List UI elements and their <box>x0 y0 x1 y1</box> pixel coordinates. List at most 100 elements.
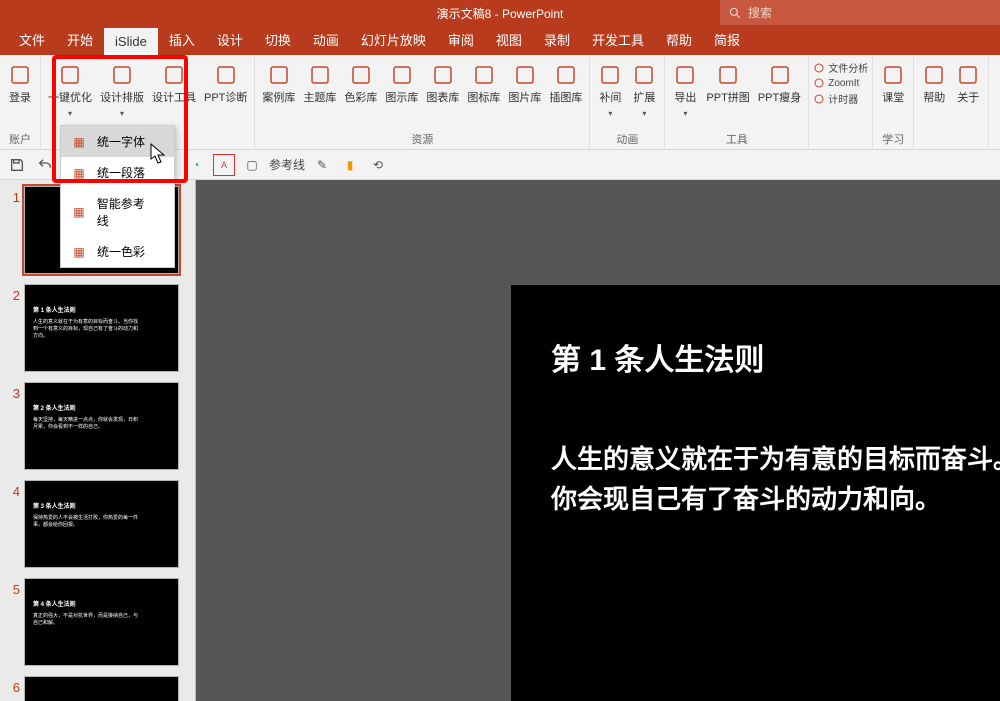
chart-icon <box>430 62 456 88</box>
menu-item-smart-guide[interactable]: ▦智能参考线 <box>61 188 174 236</box>
zoomit[interactable]: ZoomIt <box>813 77 868 89</box>
chevron-down-icon: ▾ <box>642 109 646 118</box>
help-button[interactable]: 帮助 <box>918 60 950 107</box>
ppt-diag-button[interactable]: PPT诊断 <box>201 60 250 107</box>
qa-icon-4[interactable]: A <box>213 154 235 176</box>
tab-录制[interactable]: 录制 <box>533 24 581 55</box>
fileana[interactable]: 文件分析 <box>813 60 868 75</box>
slide-thumbnail-4[interactable]: 第 3 条人生法则保持热爱的人不会被生活打败，你热爱的每一件事，都会给你回报。 <box>24 480 179 568</box>
image-icon <box>512 62 538 88</box>
tween-button[interactable]: 补间▾ <box>594 60 626 120</box>
illust-icon <box>553 62 579 88</box>
tab-视图[interactable]: 视图 <box>485 24 533 55</box>
image-button[interactable]: 图片库 <box>505 60 544 107</box>
tab-设计[interactable]: 设计 <box>206 24 254 55</box>
group-label: 工具 <box>669 129 804 147</box>
login-icon <box>7 62 33 88</box>
tab-开始[interactable]: 开始 <box>56 24 104 55</box>
slide-number: 5 <box>4 578 20 597</box>
slide-number: 6 <box>4 676 20 695</box>
design-tool-button[interactable]: 设计工具 <box>149 60 199 107</box>
ppt-merge-button[interactable]: PPT拼图 <box>703 60 752 107</box>
slide-thumbnail-3[interactable]: 第 2 条人生法则每天坚持，每天精进一点点，你就会发现，日积月累，你会看到不一样… <box>24 382 179 470</box>
slide-thumbnail-6[interactable] <box>24 676 179 701</box>
tab-简报[interactable]: 简报 <box>703 24 751 55</box>
menu-item-unify-color[interactable]: ▦统一色彩 <box>61 236 174 267</box>
diagram-button[interactable]: 图示库 <box>382 60 421 107</box>
thumb-row: 2第 1 条人生法则人生的意义就在于为有意的目标而奋斗。当你找到一个有意义的目标… <box>4 284 191 372</box>
search-icon <box>728 6 742 20</box>
slide-thumbnail-5[interactable]: 第 4 条人生法则真正的强大，不是对抗世界，而是接纳自己，与自己和解。 <box>24 578 179 666</box>
slide-number: 1 <box>4 186 20 205</box>
slide-thumbnail-2[interactable]: 第 1 条人生法则人生的意义就在于为有意的目标而奋斗。当你找到一个有意义的目标，… <box>24 284 179 372</box>
current-slide[interactable]: 第 1 条人生法则 人生的意义就在于为有意的目标而奋斗。当你找到一个有意义的目标… <box>511 285 1000 701</box>
ribbon-group-账户: 登录账户 <box>0 55 41 149</box>
mouse-cursor <box>150 143 168 165</box>
ppt-merge-icon <box>715 62 741 88</box>
extanim-icon <box>631 62 657 88</box>
tab-文件[interactable]: 文件 <box>8 24 56 55</box>
layout-button[interactable]: 设计排版▾ <box>97 60 147 120</box>
ribbon-group-misc: 文件分析 ZoomIt 计时器 <box>809 55 873 149</box>
ribbon-tabs: 文件开始iSlide插入设计切换动画幻灯片放映审阅视图录制开发工具帮助简报 <box>0 25 1000 55</box>
thumb-row: 3第 2 条人生法则每天坚持，每天精进一点点，你就会发现，日积月累，你会看到不一… <box>4 382 191 470</box>
icon-icon <box>471 62 497 88</box>
tab-审阅[interactable]: 审阅 <box>437 24 485 55</box>
tab-iSlide[interactable]: iSlide <box>104 28 158 55</box>
tab-开发工具[interactable]: 开发工具 <box>581 24 655 55</box>
class-button[interactable]: 课堂 <box>877 60 909 107</box>
export-button[interactable]: 导出▾ <box>669 60 701 120</box>
class-icon <box>880 62 906 88</box>
group-label: 动画 <box>594 129 660 147</box>
icon-button[interactable]: 图标库 <box>464 60 503 107</box>
about-button[interactable]: 关于 <box>952 60 984 107</box>
qa-icon-5[interactable]: ▢ <box>241 154 263 176</box>
ppt-slim-icon <box>767 62 793 88</box>
ribbon-group-资源: 案例库主题库色彩库图示库图表库图标库图片库插图库资源 <box>255 55 590 149</box>
extanim-button[interactable]: 扩展▾ <box>628 60 660 120</box>
tab-帮助[interactable]: 帮助 <box>655 24 703 55</box>
ppt-slim-button[interactable]: PPT瘦身 <box>755 60 804 107</box>
tween-icon <box>597 62 623 88</box>
ribbon-group-动画: 补间▾扩展▾ 动画 <box>590 55 665 149</box>
theme-button[interactable]: 主题库 <box>300 60 339 107</box>
qa-shape-icon[interactable]: ◔ <box>185 154 207 176</box>
group-label: 账户 <box>4 129 36 147</box>
theme-icon <box>307 62 333 88</box>
slide-number: 3 <box>4 382 20 401</box>
smart-guide-icon: ▦ <box>71 204 87 220</box>
search-box[interactable]: 搜索 <box>720 0 1000 25</box>
diagram-icon <box>389 62 415 88</box>
slide-body: 人生的意义就在于为有意的目标而奋斗。当你找到一个有意义的目标，你会现自己有了奋斗… <box>551 439 1000 520</box>
onekey-button[interactable]: 一键优化▾ <box>45 60 95 120</box>
illust-button[interactable]: 插图库 <box>546 60 585 107</box>
unify-para-icon: ▦ <box>71 165 87 181</box>
color-button[interactable]: 色彩库 <box>341 60 380 107</box>
help-icon <box>921 62 947 88</box>
login-button[interactable]: 登录 <box>4 60 36 107</box>
unify-color-icon: ▦ <box>71 244 87 260</box>
qa-link-icon[interactable]: ⟲ <box>367 154 389 176</box>
layout-icon <box>109 62 135 88</box>
tab-幻灯片放映[interactable]: 幻灯片放映 <box>350 24 437 55</box>
slide-number: 4 <box>4 480 20 499</box>
tab-插入[interactable]: 插入 <box>158 24 206 55</box>
qa-pen-icon[interactable]: ✎ <box>311 154 333 176</box>
slide-number: 2 <box>4 284 20 303</box>
chart-button[interactable]: 图表库 <box>423 60 462 107</box>
slide-heading: 第 1 条人生法则 <box>551 335 1000 379</box>
tab-切换[interactable]: 切换 <box>254 24 302 55</box>
undo-icon[interactable] <box>34 154 56 176</box>
slide-canvas[interactable]: 第 1 条人生法则 人生的意义就在于为有意的目标而奋斗。当你找到一个有意义的目标… <box>195 180 1000 701</box>
case-button[interactable]: 案例库 <box>259 60 298 107</box>
timer[interactable]: 计时器 <box>813 91 868 106</box>
export-icon <box>672 62 698 88</box>
save-icon[interactable] <box>6 154 28 176</box>
guideline-label: 参考线 <box>269 156 305 173</box>
thumb-row: 4第 3 条人生法则保持热爱的人不会被生活打败，你热爱的每一件事，都会给你回报。 <box>4 480 191 568</box>
color-icon <box>348 62 374 88</box>
ppt-diag-icon <box>213 62 239 88</box>
qa-picker-icon[interactable]: ▮ <box>339 154 361 176</box>
case-icon <box>266 62 292 88</box>
tab-动画[interactable]: 动画 <box>302 24 350 55</box>
